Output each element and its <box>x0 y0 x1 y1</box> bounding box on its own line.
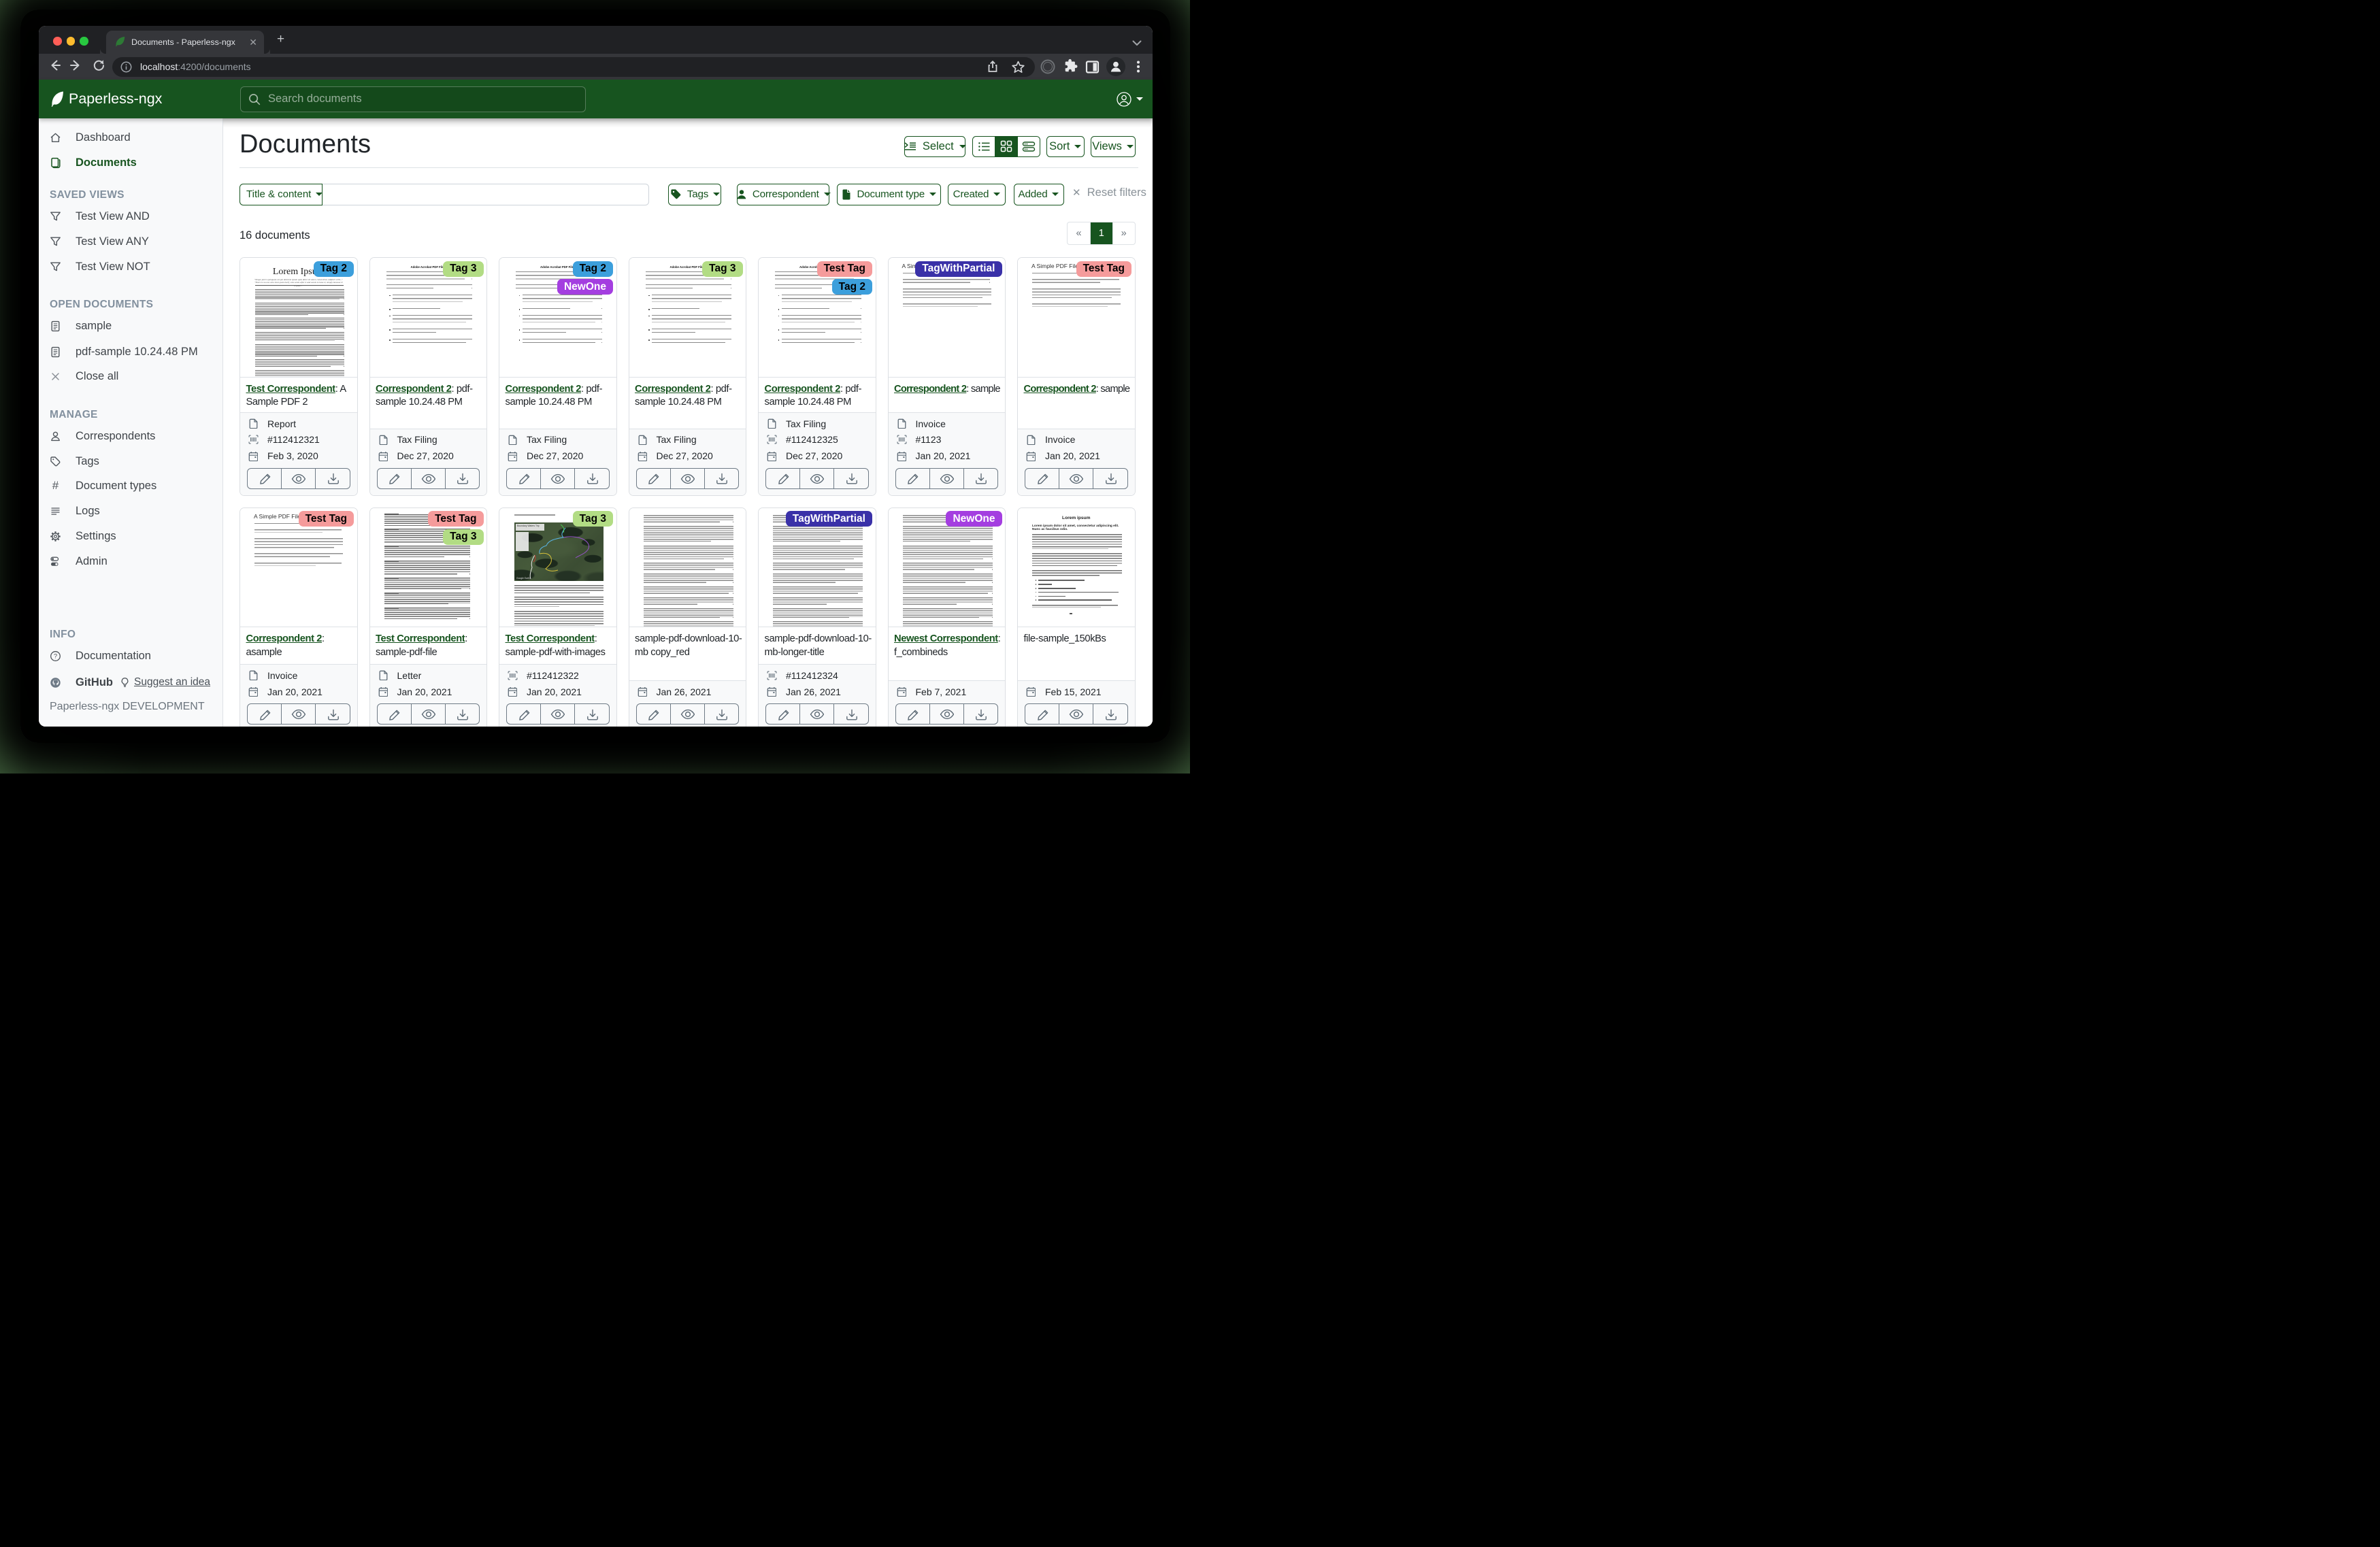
svg-text:?: ? <box>54 652 57 660</box>
